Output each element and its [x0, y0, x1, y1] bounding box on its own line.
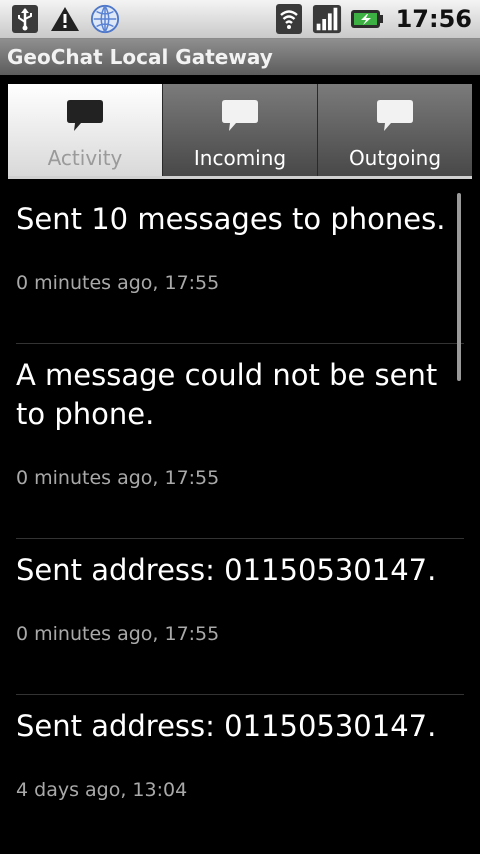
- tab-outgoing[interactable]: Outgoing: [318, 84, 472, 178]
- tab-underline: [8, 176, 472, 179]
- tab-label: Incoming: [193, 146, 287, 170]
- wifi-icon: [274, 3, 304, 35]
- signal-icon: [312, 3, 342, 35]
- tab-activity[interactable]: Activity: [8, 84, 163, 178]
- usb-icon: [10, 3, 40, 35]
- divider: [16, 343, 464, 344]
- tab-incoming[interactable]: Incoming: [163, 84, 318, 178]
- scrollbar[interactable]: [457, 193, 461, 381]
- clock: 17:56: [395, 5, 472, 33]
- activity-message: Sent address: 01150530147.: [16, 553, 437, 587]
- tab-label: Outgoing: [348, 146, 442, 170]
- activity-timestamp: 0 minutes ago, 17:55: [16, 467, 220, 489]
- status-bar: 17:56: [0, 0, 480, 39]
- tab-label: Activity: [47, 146, 123, 170]
- speech-bubble-icon: [65, 98, 105, 138]
- tab-bar: Activity Incoming Outgoing: [8, 84, 472, 178]
- list-item[interactable]: Sent address: 01150530147. 4 days ago, 1…: [16, 707, 464, 801]
- globe-app-icon: [90, 3, 120, 35]
- divider: [16, 694, 464, 695]
- app-title-bar: GeoChat Local Gateway: [0, 39, 480, 75]
- activity-message: A message could not be sent to phone.: [16, 358, 438, 431]
- battery-charging-icon: [350, 3, 384, 35]
- speech-bubble-icon: [375, 98, 415, 138]
- activity-timestamp: 0 minutes ago, 17:55: [16, 623, 220, 645]
- list-item[interactable]: Sent address: 01150530147. 0 minutes ago…: [16, 551, 464, 645]
- list-item[interactable]: Sent 10 messages to phones. 0 minutes ag…: [16, 200, 464, 294]
- activity-timestamp: 4 days ago, 13:04: [16, 779, 188, 801]
- app-title: GeoChat Local Gateway: [7, 45, 273, 69]
- activity-message: Sent address: 01150530147.: [16, 709, 437, 743]
- activity-message: Sent 10 messages to phones.: [16, 202, 446, 236]
- divider: [16, 538, 464, 539]
- activity-timestamp: 0 minutes ago, 17:55: [16, 272, 220, 294]
- list-item[interactable]: A message could not be sent to phone. 0 …: [16, 356, 464, 489]
- speech-bubble-icon: [220, 98, 260, 138]
- warning-icon: [50, 3, 80, 35]
